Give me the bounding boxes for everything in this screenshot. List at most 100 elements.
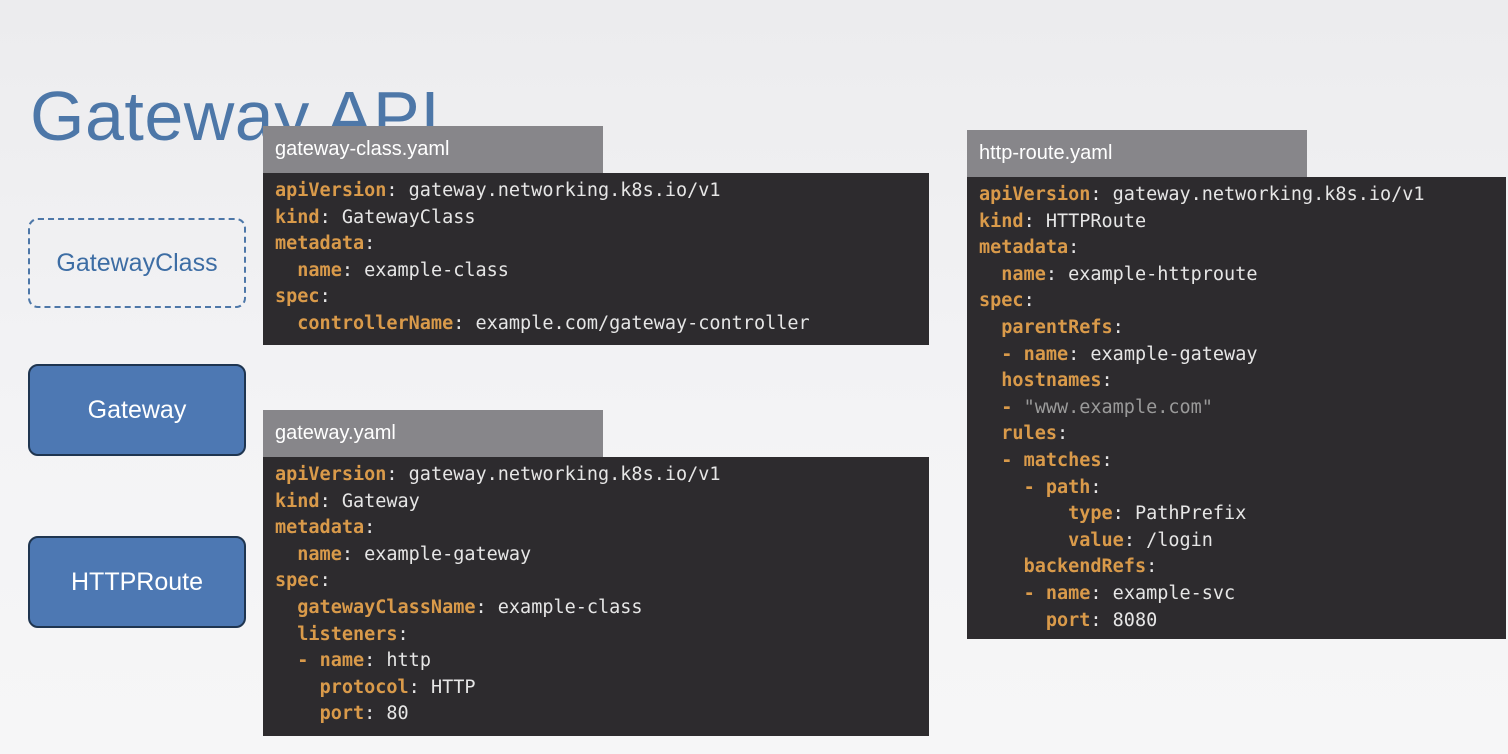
yaml-value — [979, 610, 1046, 631]
yaml-key: parentRefs — [1001, 316, 1113, 338]
yaml-value: : example-class — [475, 596, 643, 618]
yaml-value — [275, 544, 297, 565]
yaml-value: : — [1068, 237, 1080, 259]
yaml-key: metadata — [979, 237, 1069, 259]
code-line: - name: example-gateway — [979, 342, 1506, 369]
code-line: controllerName: example.com/gateway-cont… — [275, 311, 929, 338]
code-line: port: 8080 — [979, 608, 1506, 635]
yaml-value — [979, 556, 1024, 577]
yaml-key: - — [1023, 582, 1046, 604]
code-line: apiVersion: gateway.networking.k8s.io/v1 — [275, 178, 929, 205]
yaml-key: - — [1023, 476, 1046, 498]
yaml-value — [979, 503, 1068, 524]
yaml-value: : example-class — [341, 259, 509, 281]
yaml-key: metadata — [275, 517, 365, 539]
yaml-key: port — [319, 703, 365, 725]
yaml-key: matches — [1023, 449, 1102, 471]
yaml-key: protocol — [319, 676, 409, 698]
http-route-file-tab: http-route.yaml — [967, 130, 1307, 177]
yaml-value: : example-httproute — [1045, 263, 1258, 285]
code-line: protocol: HTTP — [275, 675, 929, 702]
yaml-value — [979, 450, 1001, 471]
yaml-key: name — [1023, 343, 1069, 365]
code-line: - "www.example.com" — [979, 395, 1506, 422]
yaml-value — [979, 423, 1001, 444]
yaml-value: : — [1056, 423, 1069, 445]
yaml-value: : — [1112, 316, 1124, 338]
yaml-key: name — [297, 543, 342, 565]
yaml-key: path — [1045, 476, 1091, 498]
yaml-key: apiVersion — [275, 464, 387, 485]
yaml-value — [275, 597, 297, 618]
yaml-value: : http — [364, 650, 431, 672]
httproute-concept-box: HTTPRoute — [28, 536, 246, 628]
code-line: name: example-gateway — [275, 542, 929, 569]
gateway-class-yaml-code: apiVersion: gateway.networking.k8s.io/v1… — [263, 173, 929, 345]
yaml-value: : /login — [1123, 529, 1213, 551]
code-line: - path: — [979, 475, 1506, 502]
yaml-value — [979, 477, 1024, 498]
yaml-value — [275, 677, 320, 698]
yaml-key: listeners — [297, 623, 398, 645]
gateway-file-tab: gateway.yaml — [263, 410, 603, 457]
yaml-key: spec — [275, 286, 320, 308]
yaml-value: : — [1101, 370, 1113, 392]
yaml-value — [979, 264, 1001, 285]
code-line: - name: http — [275, 648, 929, 675]
yaml-value: : 8080 — [1090, 609, 1158, 631]
gatewayclass-label: GatewayClass — [56, 248, 218, 277]
httproute-label: HTTPRoute — [71, 567, 203, 596]
yaml-key: value — [1068, 529, 1124, 551]
yaml-value: : 80 — [364, 703, 409, 725]
yaml-value: : gateway.networking.k8s.io/v1 — [1090, 184, 1425, 205]
yaml-key: apiVersion — [979, 184, 1091, 205]
code-line: gatewayClassName: example-class — [275, 595, 929, 622]
yaml-key: name — [1045, 582, 1091, 604]
gateway-filename: gateway.yaml — [275, 422, 396, 444]
yaml-key: - — [297, 650, 320, 672]
yaml-key: name — [297, 259, 342, 281]
code-line: metadata: — [275, 515, 929, 542]
code-line: name: example-class — [275, 258, 929, 285]
code-line: kind: GatewayClass — [275, 205, 929, 232]
yaml-value: : GatewayClass — [319, 206, 476, 228]
code-line: port: 80 — [275, 701, 929, 728]
code-line: hostnames: — [979, 368, 1506, 395]
code-line: spec: — [979, 288, 1506, 315]
yaml-value: : — [364, 517, 376, 539]
yaml-value: : Gateway — [319, 490, 420, 512]
gatewayclass-concept-box: GatewayClass — [28, 218, 246, 308]
code-line: metadata: — [979, 235, 1506, 262]
code-line: spec: — [275, 568, 929, 595]
code-line: - matches: — [979, 448, 1506, 475]
yaml-key: kind — [979, 210, 1024, 232]
yaml-value: : PathPrefix — [1112, 503, 1247, 525]
yaml-key: type — [1068, 503, 1113, 525]
yaml-value: : gateway.networking.k8s.io/v1 — [386, 180, 721, 201]
yaml-key: spec — [979, 290, 1024, 312]
yaml-key: - — [1001, 343, 1024, 365]
yaml-value: : example.com/gateway-controller — [453, 312, 810, 334]
yaml-value: : gateway.networking.k8s.io/v1 — [386, 464, 721, 485]
gateway-class-filename: gateway-class.yaml — [275, 138, 450, 160]
http-route-yaml-code: apiVersion: gateway.networking.k8s.io/v1… — [967, 177, 1506, 639]
yaml-key: port — [1045, 609, 1091, 631]
yaml-value: : — [319, 570, 331, 592]
code-line: spec: — [275, 284, 929, 311]
yaml-string: "www.example.com" — [1023, 396, 1213, 418]
yaml-key: kind — [275, 206, 320, 228]
yaml-value — [979, 344, 1001, 365]
yaml-value: : example-svc — [1090, 582, 1236, 604]
gateway-yaml-code: apiVersion: gateway.networking.k8s.io/v1… — [263, 457, 929, 736]
yaml-value — [275, 260, 297, 281]
code-line: listeners: — [275, 622, 929, 649]
code-line: rules: — [979, 421, 1506, 448]
code-line: - name: example-svc — [979, 581, 1506, 608]
yaml-value — [979, 317, 1001, 338]
yaml-value — [275, 313, 297, 334]
yaml-value: : — [1101, 449, 1113, 471]
yaml-value — [979, 530, 1068, 551]
gateway-label: Gateway — [87, 395, 187, 424]
yaml-key: backendRefs — [1023, 556, 1147, 578]
yaml-key: name — [1001, 263, 1046, 285]
